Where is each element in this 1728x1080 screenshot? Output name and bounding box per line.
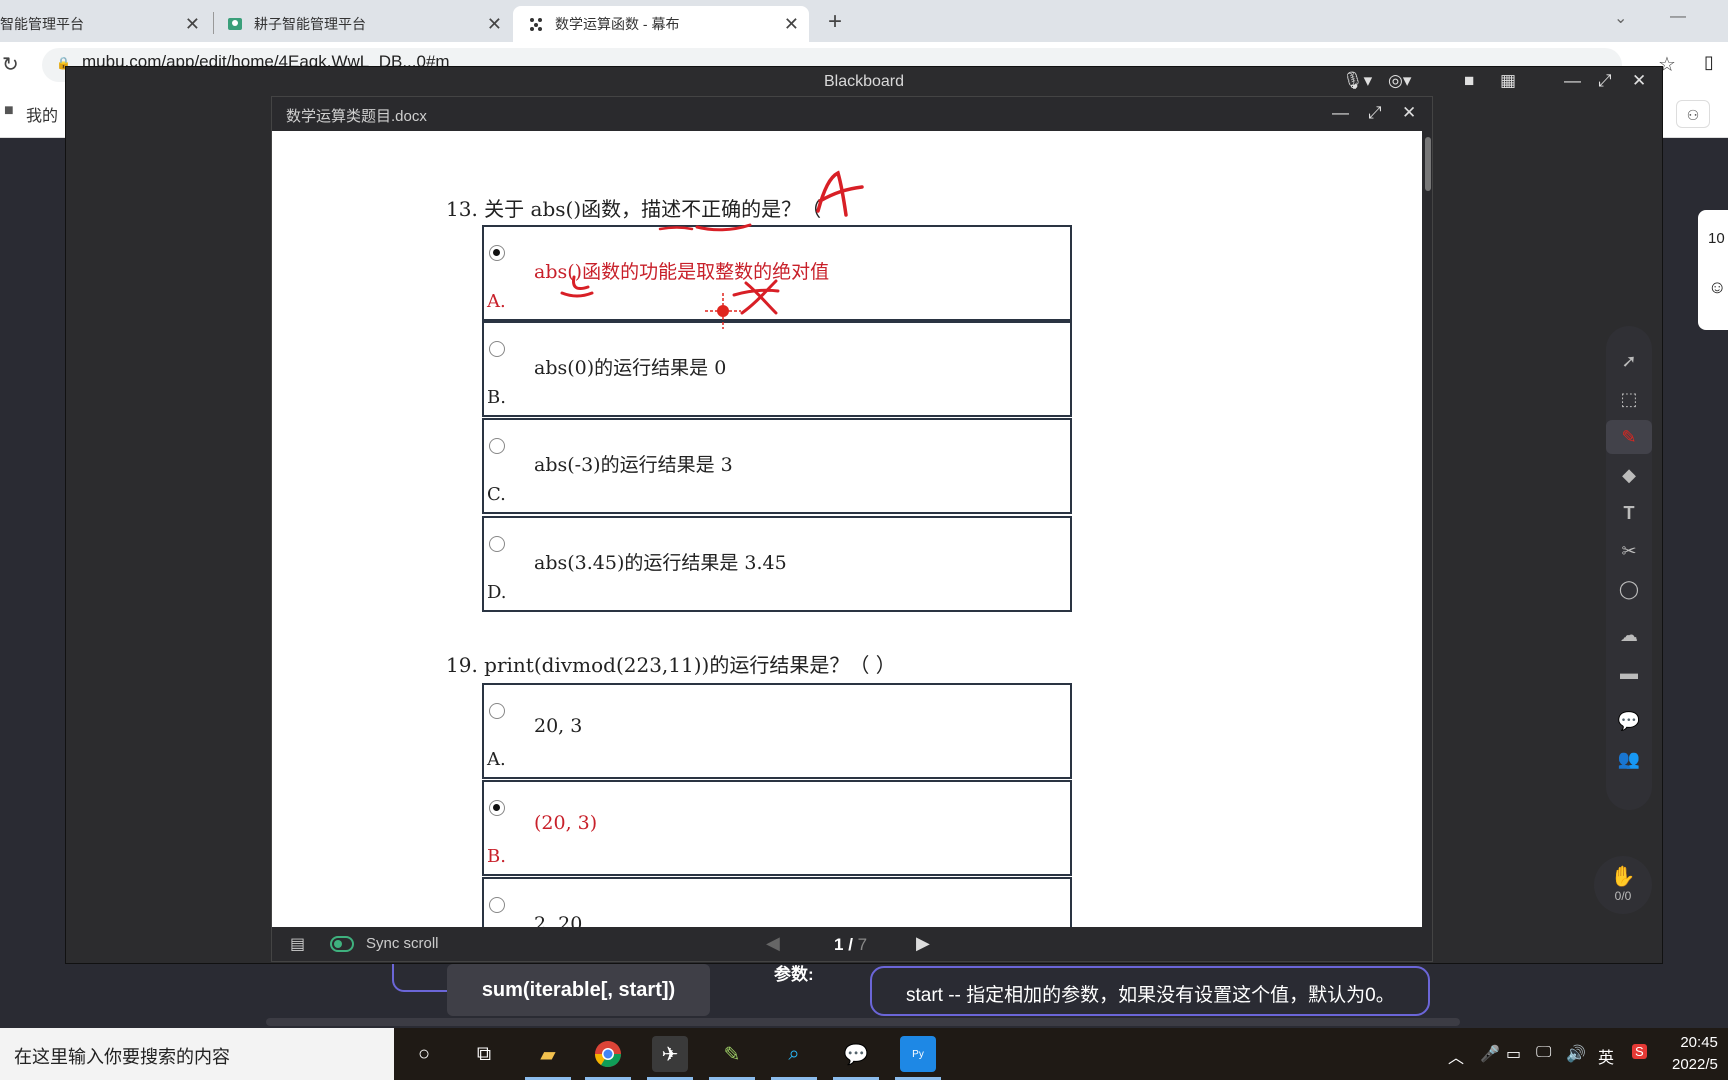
- chevron-up-icon[interactable]: ︿: [1448, 1044, 1464, 1068]
- blackboard-app-icon[interactable]: ✈: [652, 1036, 688, 1072]
- browser-tabbar: 智能管理平台 ✕ 耕子智能管理平台 ✕ 数学运算函数 - 幕布 ✕ + ⌄ —: [0, 0, 1728, 42]
- mubu-side-card[interactable]: 10 ☺: [1698, 210, 1728, 330]
- search-placeholder: 在这里输入你要搜索的内容: [14, 1047, 230, 1067]
- windows-taskbar: 在这里输入你要搜索的内容 ○ ⧉ ▰ ✈ ✎ ⌕ 💬 Py ︿ 🎤 ▭ 🖵 🔊 …: [0, 1028, 1728, 1080]
- cortana-icon[interactable]: ○: [406, 1036, 442, 1072]
- bookmark-folder[interactable]: 我的: [26, 102, 58, 126]
- sync-toggle[interactable]: [330, 936, 354, 952]
- participants-icon[interactable]: 👥: [1606, 742, 1652, 776]
- sidebar-toggle-icon[interactable]: ▤: [290, 934, 305, 954]
- cloud-icon[interactable]: ☁: [1606, 618, 1652, 652]
- chrome-icon[interactable]: [590, 1036, 626, 1072]
- browser-tab-1[interactable]: 智能管理平台 ✕: [0, 6, 210, 42]
- folder-icon: ■: [4, 102, 14, 119]
- wechat-icon[interactable]: 💬: [838, 1036, 874, 1072]
- ime-indicator[interactable]: 英: [1598, 1044, 1614, 1068]
- page-separator: /: [843, 935, 858, 954]
- close-icon[interactable]: ✕: [487, 14, 502, 35]
- mindmap-node[interactable]: sum(iterable[, start]): [447, 964, 710, 1016]
- raise-hand-icon: ✋: [1610, 866, 1636, 888]
- eraser-icon[interactable]: ◆: [1606, 458, 1652, 492]
- new-tab-button[interactable]: +: [828, 8, 842, 36]
- reload-icon[interactable]: ↻: [2, 52, 19, 77]
- clock-date: 2022/5: [1672, 1056, 1718, 1073]
- minimize-icon[interactable]: —: [1332, 103, 1349, 123]
- browser-tab-2[interactable]: 耕子智能管理平台 ✕: [216, 6, 512, 42]
- camera-icon[interactable]: ■: [1464, 71, 1474, 91]
- vertical-scrollbar[interactable]: [1425, 137, 1431, 191]
- select-arrow-icon[interactable]: ➚: [1606, 344, 1652, 378]
- taskbar-search[interactable]: 在这里输入你要搜索的内容: [0, 1028, 394, 1080]
- side-card-text: 10: [1708, 230, 1725, 247]
- document-footer: ▤ Sync scroll ◀ 1 / 7 ▶: [272, 927, 1432, 961]
- minimize-icon[interactable]: —: [1564, 71, 1581, 91]
- pen-icon[interactable]: ✎: [1606, 420, 1652, 454]
- prev-page-icon[interactable]: ◀: [766, 933, 780, 954]
- network-icon[interactable]: 🖵: [1536, 1044, 1551, 1062]
- python-app-icon[interactable]: Py: [900, 1036, 936, 1072]
- microphone-icon[interactable]: 🎤: [1480, 1044, 1500, 1064]
- mindmap-param-label[interactable]: 参数:: [774, 960, 814, 985]
- close-icon[interactable]: ✕: [185, 14, 200, 35]
- text-tool-icon[interactable]: T: [1606, 496, 1652, 530]
- mindmap-start-node[interactable]: start -- 指定相加的参数，如果没有设置这个值，默认为0。: [870, 966, 1430, 1016]
- raise-hand-count: 0/0: [1614, 889, 1632, 903]
- chevron-down-icon[interactable]: ⌄: [1614, 8, 1627, 28]
- site-logo-icon: [226, 15, 244, 33]
- tab-title: 数学运算函数 - 幕布: [555, 16, 680, 32]
- collab-icon[interactable]: ⚇: [1676, 100, 1710, 128]
- pen-annotations: [560, 170, 864, 329]
- tab-title: 耕子智能管理平台: [254, 16, 366, 32]
- close-icon[interactable]: ✕: [784, 14, 799, 35]
- close-icon[interactable]: ✕: [1632, 71, 1646, 91]
- mindmap-connector: [392, 964, 448, 992]
- volume-icon[interactable]: 🔊: [1566, 1044, 1586, 1064]
- task-view-icon[interactable]: ⧉: [466, 1036, 502, 1072]
- sync-scroll-label: Sync scroll: [366, 935, 439, 952]
- start-description: start -- 指定相加的参数，如果没有设置这个值，默认为0。: [906, 985, 1395, 1006]
- emoji-icon[interactable]: ☺: [1708, 277, 1728, 298]
- close-icon[interactable]: ✕: [1402, 103, 1416, 123]
- document-viewer: 数学运算类题目.docx — ⤢ ✕ 13. 关于 abs()函数，描述不正确的…: [271, 96, 1433, 962]
- file-explorer-icon[interactable]: ▰: [530, 1036, 566, 1072]
- speaker-off-icon[interactable]: ◎▾: [1388, 71, 1411, 91]
- chat-icon[interactable]: 💬: [1606, 704, 1652, 738]
- laser-icon[interactable]: ◯: [1606, 572, 1652, 606]
- tab-title: 智能管理平台: [0, 16, 84, 32]
- document-page[interactable]: 13. 关于 abs()函数，描述不正确的是？（ abs()函数的功能是取整数的…: [272, 131, 1422, 927]
- browser-tab-active[interactable]: 数学运算函数 - 幕布 ✕: [513, 6, 809, 42]
- system-clock[interactable]: 20:45 2022/5: [1672, 1032, 1718, 1076]
- mic-off-icon[interactable]: 🎙▾: [1342, 71, 1372, 91]
- document-filename: 数学运算类题目.docx: [286, 108, 427, 125]
- battery-icon[interactable]: ▭: [1506, 1044, 1521, 1064]
- raise-hand-button[interactable]: ✋ 0/0: [1594, 856, 1652, 914]
- grid-layout-icon[interactable]: ▦: [1500, 71, 1516, 91]
- mubu-logo-icon: [527, 15, 545, 33]
- tool-panel: ➚ ⬚ ✎ ◆ T ✂ ◯ ☁ ▬ 💬 👥: [1606, 326, 1652, 810]
- notepad-app-icon[interactable]: ✎: [714, 1036, 750, 1072]
- horizontal-scrollbar[interactable]: [266, 1018, 1460, 1026]
- page-total: 7: [857, 935, 868, 954]
- scissors-icon[interactable]: ✂: [1606, 534, 1652, 568]
- laser-pointer-icon: [705, 293, 741, 329]
- search-app-icon[interactable]: ⌕: [776, 1036, 812, 1072]
- sogou-ime-icon[interactable]: S: [1632, 1044, 1647, 1059]
- toolbox-icon[interactable]: ▬: [1606, 656, 1652, 690]
- tab-divider: [213, 12, 214, 34]
- expand-icon[interactable]: ⤢: [1598, 71, 1612, 91]
- clock-time: 20:45: [1680, 1034, 1718, 1051]
- blackboard-title: Blackboard: [823, 73, 905, 90]
- marquee-select-icon[interactable]: ⬚: [1606, 382, 1652, 416]
- next-page-icon[interactable]: ▶: [916, 933, 930, 954]
- expand-icon[interactable]: ⤢: [1368, 103, 1382, 123]
- page-indicator: 1 / 7: [834, 935, 867, 955]
- sidepanel-icon[interactable]: ▯: [1704, 52, 1714, 73]
- minimize-icon[interactable]: —: [1670, 8, 1686, 26]
